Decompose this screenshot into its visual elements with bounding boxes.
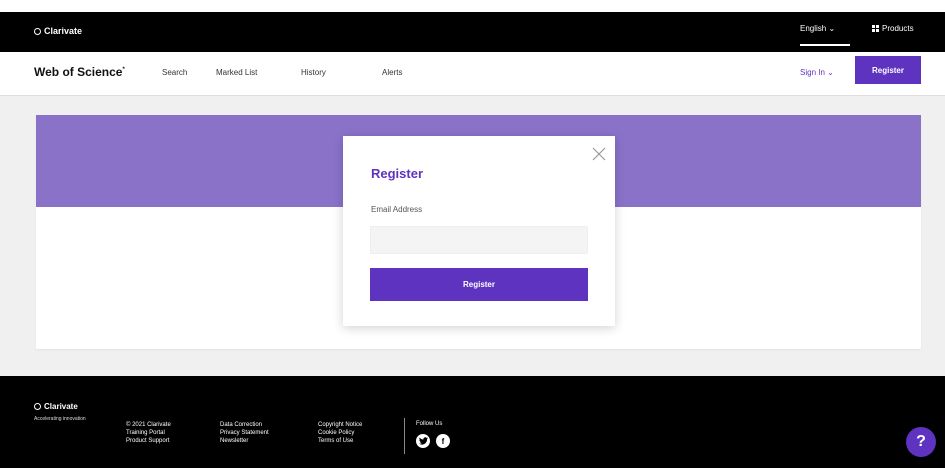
- footer-divider: [404, 418, 405, 454]
- products-label: Products: [882, 24, 914, 33]
- facebook-f-glyph: f: [441, 436, 445, 446]
- follow-us-label: Follow Us: [416, 421, 443, 427]
- register-modal: Register Email Address Register: [343, 136, 615, 326]
- clarivate-logo-icon: [34, 27, 41, 35]
- footer-link-product-support[interactable]: Product Support: [126, 437, 171, 445]
- footer-column-2: Data Correction Privacy Statement Newsle…: [220, 421, 269, 445]
- footer-clarivate-logo[interactable]: Clarivate: [34, 402, 78, 411]
- footer-tagline: Accelerating innovation: [34, 416, 86, 422]
- footer-link-newsletter[interactable]: Newsletter: [220, 437, 269, 445]
- footer-column-1: © 2021 Clarivate Training Portal Product…: [126, 421, 171, 445]
- email-label: Email Address: [371, 205, 423, 214]
- register-submit-button[interactable]: Register: [370, 268, 588, 301]
- footer-link-terms-of-use[interactable]: Terms of Use: [318, 437, 362, 445]
- nav-marked-list[interactable]: Marked List: [216, 68, 257, 77]
- modal-title: Register: [371, 166, 424, 181]
- products-menu[interactable]: Products: [872, 24, 914, 33]
- chevron-down-icon: ⌄: [828, 24, 836, 33]
- language-active-indicator: [800, 44, 850, 46]
- top-bar: Clarivate English ⌄ Products: [0, 0, 945, 52]
- help-button[interactable]: ?: [906, 427, 936, 457]
- top-strip: [0, 0, 945, 12]
- nav-history[interactable]: History: [301, 68, 326, 77]
- clarivate-logo-text: Clarivate: [44, 26, 83, 36]
- clarivate-logo[interactable]: Clarivate: [34, 26, 82, 36]
- nav-alerts[interactable]: Alerts: [382, 68, 402, 77]
- footer-brand-text: Clarivate: [44, 402, 78, 411]
- twitter-icon[interactable]: [416, 434, 430, 448]
- sign-in-label: Sign In: [800, 68, 825, 77]
- chevron-down-icon: ⌄: [827, 68, 834, 77]
- footer-link-cookie-policy[interactable]: Cookie Policy: [318, 429, 362, 437]
- email-field[interactable]: [370, 226, 588, 254]
- twitter-bird-icon: [418, 437, 428, 445]
- grid-icon: [872, 25, 879, 32]
- footer-link-data-correction[interactable]: Data Correction: [220, 421, 269, 429]
- register-button[interactable]: Register: [855, 56, 921, 84]
- nav-search[interactable]: Search: [162, 68, 187, 77]
- footer-link-training-portal[interactable]: Training Portal: [126, 429, 171, 437]
- main-nav: Web of Science* Search Marked List Histo…: [0, 52, 945, 96]
- footer-column-3: Copyright Notice Cookie Policy Terms of …: [318, 421, 362, 445]
- help-icon: ?: [916, 433, 926, 450]
- web-of-science-logo-text: Web of Science: [34, 65, 123, 79]
- footer-link-privacy-statement[interactable]: Privacy Statement: [220, 429, 269, 437]
- sign-in-menu[interactable]: Sign In ⌄: [800, 68, 834, 77]
- facebook-icon[interactable]: f: [436, 434, 450, 448]
- close-icon[interactable]: [591, 146, 607, 162]
- footer: Clarivate Accelerating innovation © 2021…: [0, 376, 945, 468]
- footer-link-copyright-notice[interactable]: Copyright Notice: [318, 421, 362, 429]
- clarivate-logo-icon: [34, 403, 41, 410]
- footer-copyright: © 2021 Clarivate: [126, 422, 171, 428]
- language-selector[interactable]: English ⌄: [800, 24, 835, 33]
- web-of-science-logo[interactable]: Web of Science*: [34, 65, 125, 79]
- language-label: English: [800, 24, 827, 33]
